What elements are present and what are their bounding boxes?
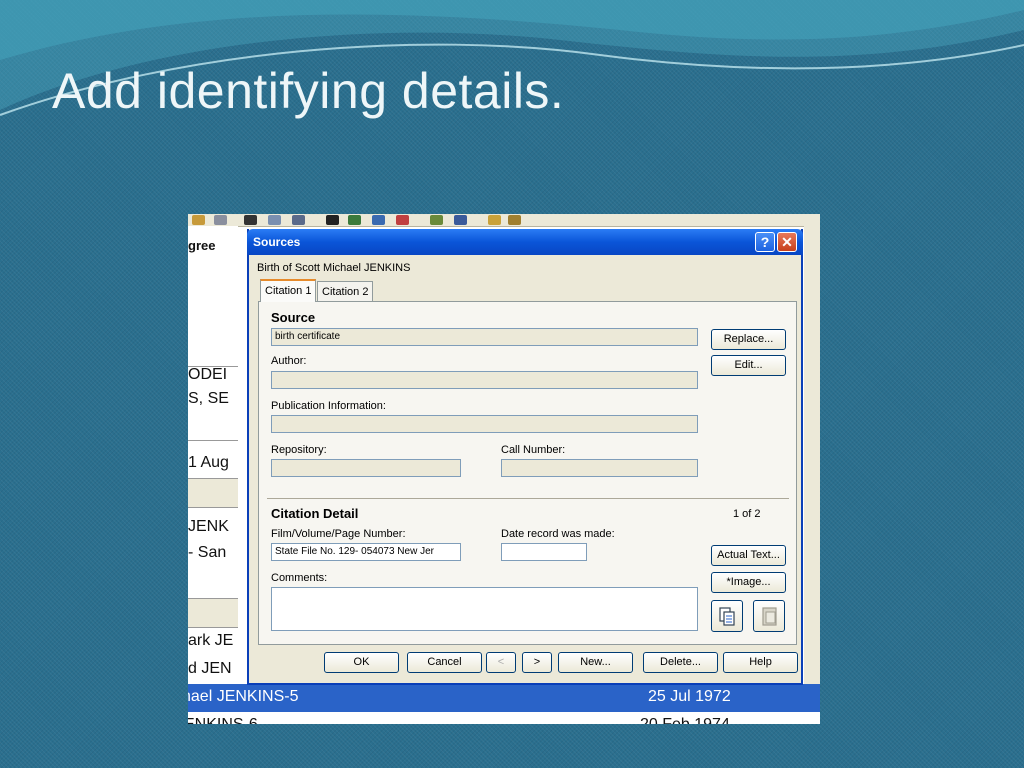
image-button[interactable]: *Image... (711, 572, 786, 593)
delete-button[interactable]: Delete... (643, 652, 718, 673)
cancel-button[interactable]: Cancel (407, 652, 482, 673)
source-heading: Source (271, 310, 316, 325)
paste-citation-button[interactable] (753, 600, 785, 632)
binoculars-icon[interactable] (326, 215, 339, 225)
toolbar-icon[interactable] (292, 215, 305, 225)
toolbar-icon[interactable] (214, 215, 227, 225)
actual-text-button[interactable]: Actual Text... (711, 545, 786, 566)
bg-snippet: 1 Aug (188, 454, 229, 471)
background-list-column: gree ODEI S, SE 1 Aug JENK - San ark JE … (188, 226, 238, 706)
comments-label: Comments: (271, 572, 328, 584)
bg-block (188, 478, 238, 508)
publication-label: Publication Information: (271, 400, 386, 412)
dialog-title: Sources (253, 235, 301, 249)
call-number-field[interactable] (501, 459, 698, 477)
comments-field[interactable] (271, 587, 698, 631)
bg-snippet: S, SE (188, 390, 229, 407)
bg-snippet: ODEI (188, 366, 228, 383)
tab-citation-1[interactable]: Citation 1 (260, 279, 317, 302)
tab-citation-2[interactable]: Citation 2 (317, 281, 374, 301)
film-field[interactable]: State File No. 129- 054073 New Jer (271, 543, 461, 561)
toolbar-icon[interactable] (348, 215, 361, 225)
event-label: Birth of Scott Michael JENKINS (257, 262, 411, 274)
new-button[interactable]: New... (558, 652, 633, 673)
bg-block (188, 256, 238, 367)
selected-row[interactable]: hael JENKINS-5 25 Jul 1972 (188, 684, 820, 712)
help-icon[interactable]: ? (755, 232, 775, 252)
replace-button[interactable]: Replace... (711, 329, 786, 350)
bg-block (188, 598, 238, 628)
toolbar-icon[interactable] (454, 215, 467, 225)
film-label: Film/Volume/Page Number: (271, 528, 406, 540)
call-number-label: Call Number: (501, 444, 566, 456)
row-date: 20 Feb 1974 (640, 716, 730, 724)
paste-icon (762, 607, 777, 626)
section-divider (267, 498, 789, 499)
author-field[interactable] (271, 371, 698, 389)
dialog-titlebar[interactable]: Sources ? ✕ (247, 229, 803, 255)
toolbar-icon[interactable] (430, 215, 443, 225)
citation-panel: Source birth certificate Replace... Auth… (258, 301, 797, 645)
help-button[interactable]: Help (723, 652, 798, 673)
date-made-field[interactable] (501, 543, 587, 561)
next-button[interactable]: > (522, 652, 552, 673)
repository-label: Repository: (271, 444, 327, 456)
row-name: ENKINS-6 (188, 716, 258, 724)
bg-snippet: d JEN (188, 660, 232, 677)
copy-icon (719, 607, 735, 626)
bg-snippet: - San (188, 544, 227, 561)
toolbar-icon[interactable] (192, 215, 205, 225)
toolbar-icon[interactable] (268, 215, 281, 225)
selected-row-date: 25 Jul 1972 (648, 688, 731, 705)
selected-row-name: hael JENKINS-5 (188, 688, 299, 705)
citation-counter: 1 of 2 (733, 508, 761, 520)
bg-snippet: ark JE (188, 632, 234, 649)
list-row[interactable]: ENKINS-6 20 Feb 1974 (188, 712, 820, 724)
bg-snippet: JENK (188, 518, 229, 535)
repository-field[interactable] (271, 459, 461, 477)
toolbar-icon[interactable] (488, 215, 501, 225)
divider (188, 440, 238, 441)
camera-icon[interactable] (244, 215, 257, 225)
toolbar (188, 214, 820, 227)
toolbar-icon[interactable] (372, 215, 385, 225)
publication-field[interactable] (271, 415, 698, 433)
bg-scroll-strip (804, 226, 820, 684)
sources-dialog: Sources ? ✕ Birth of Scott Michael JENKI… (247, 229, 803, 685)
slide-title: Add identifying details. (52, 63, 565, 119)
toolbar-icon[interactable] (508, 215, 521, 225)
toolbar-icon[interactable] (396, 215, 409, 225)
close-icon[interactable]: ✕ (777, 232, 797, 252)
bg-snippet: gree (188, 238, 216, 253)
source-title-field[interactable]: birth certificate (271, 328, 698, 346)
edit-button[interactable]: Edit... (711, 355, 786, 376)
date-made-label: Date record was made: (501, 528, 615, 540)
author-label: Author: (271, 355, 307, 367)
ok-button[interactable]: OK (324, 652, 399, 673)
previous-button[interactable]: < (486, 652, 516, 673)
copy-citation-button[interactable] (711, 600, 743, 632)
citation-detail-heading: Citation Detail (271, 506, 359, 521)
